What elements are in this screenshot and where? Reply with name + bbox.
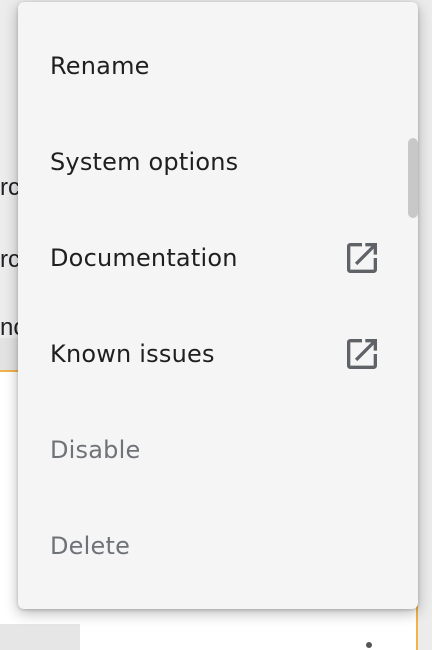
menu-item-label: Known issues — [50, 340, 215, 368]
open-in-new-icon — [342, 334, 382, 374]
menu-item-label: Documentation — [50, 244, 238, 272]
menu-item-label: Rename — [50, 52, 150, 80]
menu-item-documentation[interactable]: Documentation — [18, 210, 418, 306]
menu-item-delete[interactable]: Delete — [18, 498, 418, 594]
menu-scrollbar-thumb[interactable] — [408, 138, 418, 218]
menu-item-known-issues[interactable]: Known issues — [18, 306, 418, 402]
menu-item-label: System options — [50, 148, 239, 176]
menu-item-label: Disable — [50, 436, 141, 464]
menu-item-disable[interactable]: Disable — [18, 402, 418, 498]
menu-item-rename[interactable]: Rename — [18, 18, 418, 114]
context-menu: Rename System options Documentation Know… — [18, 2, 418, 609]
more-vert-icon — [366, 642, 372, 648]
menu-list: Rename System options Documentation Know… — [18, 18, 418, 594]
menu-item-system-options[interactable]: System options — [18, 114, 418, 210]
open-in-new-icon — [342, 238, 382, 278]
menu-scrollbar[interactable] — [406, 2, 418, 609]
menu-item-label: Delete — [50, 532, 131, 560]
background-strip — [0, 624, 80, 650]
